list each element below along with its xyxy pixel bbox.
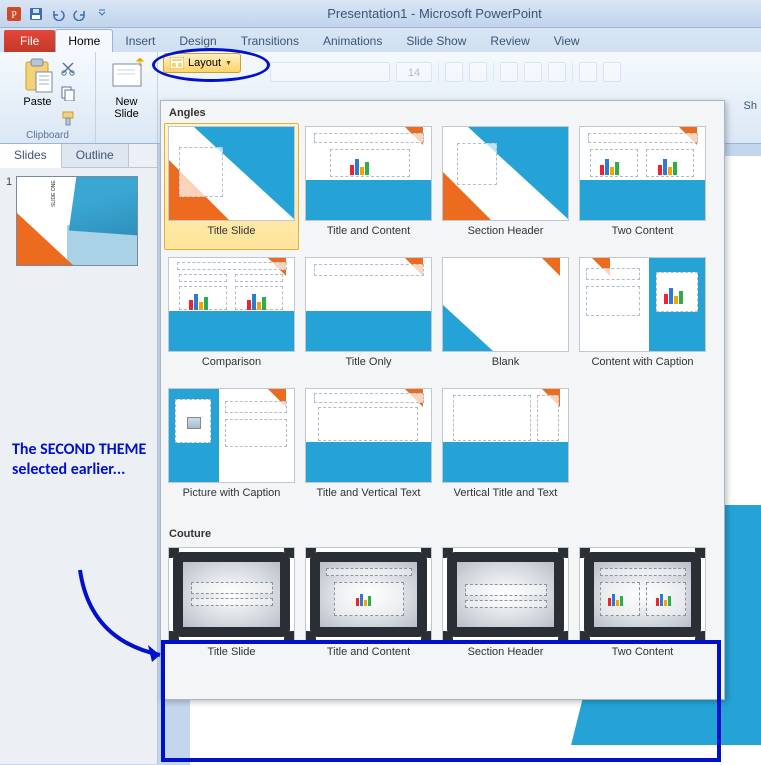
layout-option-angles-1[interactable]: Title and Content <box>301 123 436 250</box>
layout-option-label: Picture with Caption <box>181 483 283 509</box>
layout-option-label: Title and Content <box>325 221 412 247</box>
window-title: Presentation1 - Microsoft PowerPoint <box>112 6 757 21</box>
layout-option-label: Comparison <box>200 352 263 378</box>
paste-label: Paste <box>23 96 51 108</box>
layout-option-angles-9[interactable]: Title and Vertical Text <box>301 385 436 512</box>
ribbon-tabstrip: File Home Insert Design Transitions Anim… <box>0 28 761 52</box>
layout-button[interactable]: Layout ▼ <box>163 53 241 73</box>
layout-option-label: Two Content <box>610 642 676 668</box>
slide-number: 1 <box>6 176 12 266</box>
layout-option-label: Title Slide <box>206 642 258 668</box>
copy-icon[interactable] <box>60 85 76 104</box>
undo-icon[interactable] <box>48 4 68 24</box>
layout-option-angles-7[interactable]: Content with Caption <box>575 254 710 381</box>
format-painter-icon[interactable] <box>60 110 76 129</box>
gallery-section-couture: Couture <box>161 522 724 542</box>
new-slide-label: New Slide <box>114 96 138 120</box>
paste-button[interactable]: Paste <box>20 56 56 129</box>
tab-file[interactable]: File <box>4 30 55 52</box>
layout-option-angles-6[interactable]: Blank <box>438 254 573 381</box>
cut-icon[interactable] <box>60 60 76 79</box>
save-icon[interactable] <box>26 4 46 24</box>
layout-option-couture-3[interactable]: Two Content <box>575 544 710 671</box>
layout-option-angles-5[interactable]: Title Only <box>301 254 436 381</box>
layout-option-label: Title Slide <box>206 221 258 247</box>
new-slide-button[interactable]: New Slide <box>108 56 146 122</box>
layout-option-angles-2[interactable]: Section Header <box>438 123 573 250</box>
tab-animations[interactable]: Animations <box>311 30 394 52</box>
layout-icon <box>170 57 184 69</box>
layout-option-label: Section Header <box>466 642 546 668</box>
annotation-text: The SECOND THEME selected earlier... <box>12 440 152 480</box>
clipboard-group-label: Clipboard <box>26 130 69 141</box>
tab-slides[interactable]: Slides <box>0 144 62 168</box>
layout-option-label: Vertical Title and Text <box>452 483 560 509</box>
layout-option-label: Title and Vertical Text <box>315 483 423 509</box>
layout-option-label: Blank <box>490 352 522 378</box>
redo-icon[interactable] <box>70 4 90 24</box>
title-bar: P Presentation1 - Microsoft PowerPoint <box>0 0 761 28</box>
layout-option-label: Section Header <box>466 221 546 247</box>
layout-option-angles-3[interactable]: Two Content <box>575 123 710 250</box>
layout-option-label: Title Only <box>343 352 393 378</box>
layout-gallery: Angles Title Slide Title and Content Secti… <box>160 100 725 700</box>
layout-label: Layout <box>188 57 221 69</box>
tab-home[interactable]: Home <box>55 29 113 52</box>
layout-option-angles-10[interactable]: Vertical Title and Text <box>438 385 573 512</box>
layout-option-couture-1[interactable]: Title and Content <box>301 544 436 671</box>
slide-preview: SLIDE ONE <box>16 176 138 266</box>
app-icon: P <box>4 4 24 24</box>
tab-design[interactable]: Design <box>167 30 228 52</box>
tab-review[interactable]: Review <box>478 30 541 52</box>
tab-transitions[interactable]: Transitions <box>229 30 311 52</box>
qat-dropdown-icon[interactable] <box>92 4 112 24</box>
layout-option-angles-4[interactable]: Comparison <box>164 254 299 381</box>
tab-slideshow[interactable]: Slide Show <box>394 30 478 52</box>
tab-insert[interactable]: Insert <box>113 30 167 52</box>
shapes-label-partial: Sh <box>744 100 757 112</box>
layout-option-label: Two Content <box>610 221 676 247</box>
slide-thumbnail-1[interactable]: 1 SLIDE ONE <box>6 176 151 266</box>
layout-option-angles-0[interactable]: Title Slide <box>164 123 299 250</box>
layout-option-couture-2[interactable]: Section Header <box>438 544 573 671</box>
svg-text:P: P <box>11 10 17 21</box>
gallery-section-angles: Angles <box>161 101 724 121</box>
layout-option-label: Content with Caption <box>589 352 695 378</box>
annotation-arrow <box>70 560 180 680</box>
layout-option-angles-8[interactable]: Picture with Caption <box>164 385 299 512</box>
layout-option-couture-0[interactable]: Title Slide <box>164 544 299 671</box>
disabled-font-group: 14 <box>270 60 755 84</box>
layout-option-label: Title and Content <box>325 642 412 668</box>
chevron-down-icon: ▼ <box>225 60 232 67</box>
tab-outline[interactable]: Outline <box>62 144 129 167</box>
tab-view[interactable]: View <box>542 30 592 52</box>
